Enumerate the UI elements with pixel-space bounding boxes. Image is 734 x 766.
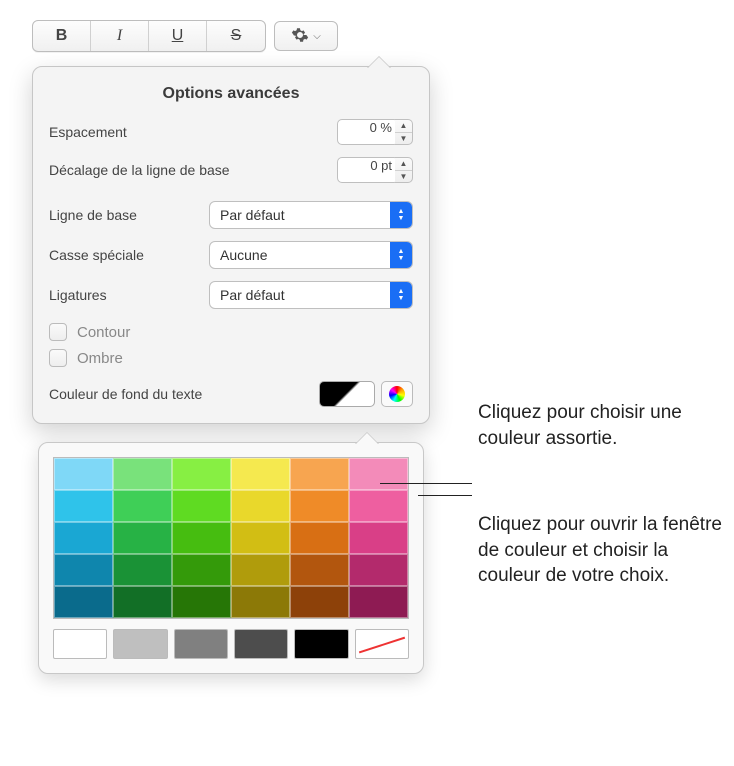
palette-gray[interactable]	[113, 629, 167, 659]
chevron-down-icon: ⌵	[313, 31, 321, 42]
palette-color[interactable]	[290, 458, 349, 490]
color-palette-popover	[38, 442, 424, 674]
advanced-options-button[interactable]: ⌵	[274, 21, 338, 51]
select-arrows-icon: ▲▼	[390, 282, 412, 308]
baseline-select[interactable]: Par défaut ▲▼	[209, 201, 413, 229]
underline-button[interactable]: U	[149, 21, 207, 51]
callout-line	[418, 495, 472, 496]
bgcolor-swatch-button[interactable]	[319, 381, 375, 407]
bgcolor-label: Couleur de fond du texte	[49, 386, 202, 402]
strikethrough-button[interactable]: S	[207, 21, 265, 51]
palette-color[interactable]	[113, 554, 172, 586]
outline-checkbox[interactable]	[49, 323, 67, 341]
palette-gray[interactable]	[174, 629, 228, 659]
palette-color[interactable]	[113, 522, 172, 554]
palette-color[interactable]	[172, 586, 231, 618]
baseline-shift-arrows[interactable]: ▲▼	[395, 157, 413, 183]
capitalization-select-value: Aucune	[220, 247, 267, 263]
palette-color[interactable]	[172, 458, 231, 490]
shadow-checkbox[interactable]	[49, 349, 67, 367]
spacing-value[interactable]: 0 %	[337, 119, 399, 145]
palette-color[interactable]	[231, 490, 290, 522]
ligatures-select-value: Par défaut	[220, 287, 285, 303]
spacing-label: Espacement	[49, 124, 127, 140]
callout-line	[380, 483, 472, 484]
spacing-arrows[interactable]: ▲▼	[395, 119, 413, 145]
advanced-options-popover: Options avancées Espacement 0 % ▲▼ Décal…	[32, 66, 430, 424]
color-palette-bottom-row	[53, 629, 409, 659]
ligatures-label: Ligatures	[49, 287, 107, 303]
palette-color[interactable]	[231, 586, 290, 618]
capitalization-label: Casse spéciale	[49, 247, 144, 263]
text-style-group: B I U S	[32, 20, 266, 52]
palette-color[interactable]	[231, 554, 290, 586]
popover-title: Options avancées	[49, 85, 413, 103]
palette-gray[interactable]	[234, 629, 288, 659]
palette-color[interactable]	[54, 554, 113, 586]
palette-color[interactable]	[172, 554, 231, 586]
palette-color[interactable]	[113, 586, 172, 618]
palette-color[interactable]	[349, 490, 408, 522]
color-palette-grid	[53, 457, 409, 619]
palette-color[interactable]	[349, 458, 408, 490]
palette-color[interactable]	[54, 490, 113, 522]
palette-gray[interactable]	[53, 629, 107, 659]
palette-color[interactable]	[349, 586, 408, 618]
italic-button[interactable]: I	[91, 21, 149, 51]
bgcolor-wheel-button[interactable]	[381, 381, 413, 407]
palette-color[interactable]	[231, 522, 290, 554]
palette-color[interactable]	[54, 522, 113, 554]
outline-label: Contour	[77, 324, 130, 341]
palette-color[interactable]	[113, 490, 172, 522]
callout-wheel: Cliquez pour ouvrir la fenêtre de couleu…	[478, 512, 728, 589]
baseline-label: Ligne de base	[49, 207, 137, 223]
palette-color[interactable]	[349, 522, 408, 554]
bold-button[interactable]: B	[33, 21, 91, 51]
format-toolbar: B I U S ⌵	[32, 20, 430, 52]
palette-color[interactable]	[113, 458, 172, 490]
palette-color[interactable]	[290, 490, 349, 522]
spacing-stepper[interactable]: 0 % ▲▼	[337, 119, 413, 145]
select-arrows-icon: ▲▼	[390, 242, 412, 268]
gear-icon	[291, 26, 309, 47]
baseline-shift-stepper[interactable]: 0 pt ▲▼	[337, 157, 413, 183]
select-arrows-icon: ▲▼	[390, 202, 412, 228]
baseline-shift-label: Décalage de la ligne de base	[49, 162, 230, 178]
palette-no-fill[interactable]	[355, 629, 409, 659]
palette-color[interactable]	[290, 586, 349, 618]
palette-color[interactable]	[172, 522, 231, 554]
palette-color[interactable]	[172, 490, 231, 522]
palette-gray[interactable]	[294, 629, 348, 659]
color-wheel-icon	[389, 386, 405, 402]
ligatures-select[interactable]: Par défaut ▲▼	[209, 281, 413, 309]
palette-color[interactable]	[231, 458, 290, 490]
palette-color[interactable]	[349, 554, 408, 586]
baseline-shift-value[interactable]: 0 pt	[337, 157, 399, 183]
palette-color[interactable]	[290, 522, 349, 554]
callout-swatch: Cliquez pour choisir une couleur assorti…	[478, 400, 728, 451]
capitalization-select[interactable]: Aucune ▲▼	[209, 241, 413, 269]
palette-color[interactable]	[54, 586, 113, 618]
shadow-label: Ombre	[77, 350, 123, 367]
baseline-select-value: Par défaut	[220, 207, 285, 223]
palette-color[interactable]	[290, 554, 349, 586]
palette-color[interactable]	[54, 458, 113, 490]
